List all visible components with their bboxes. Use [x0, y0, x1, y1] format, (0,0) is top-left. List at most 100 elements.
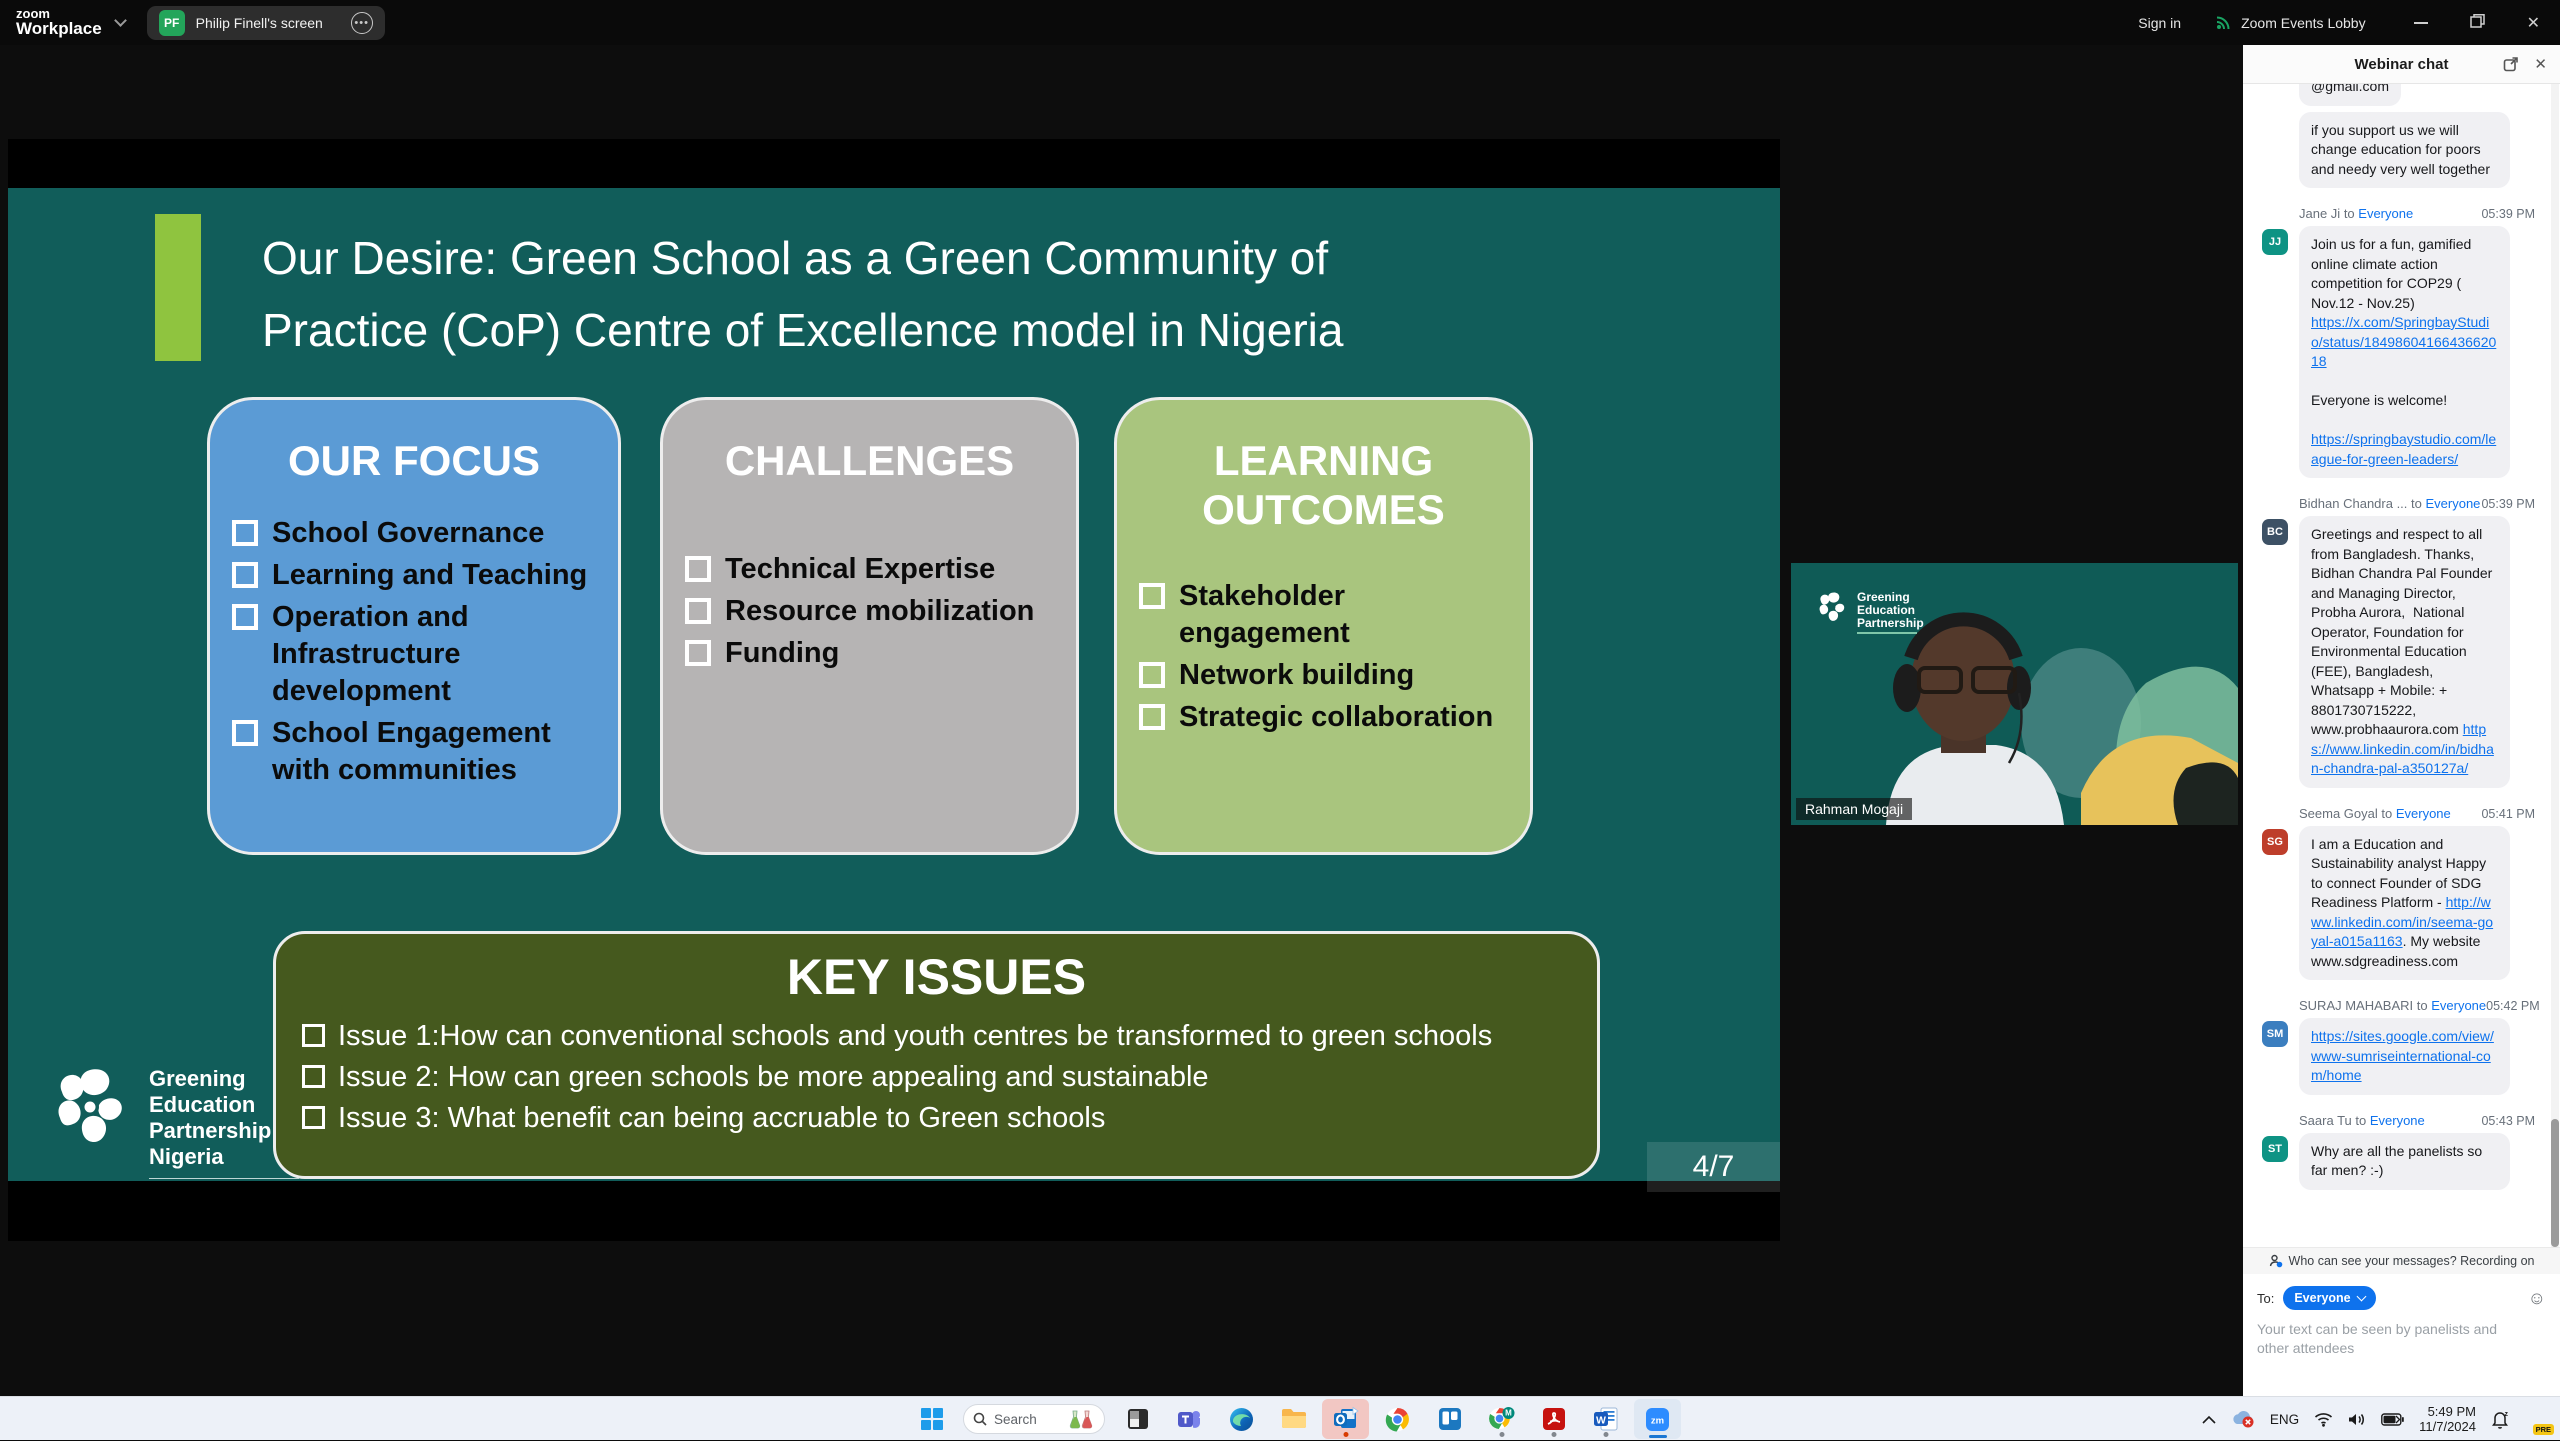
chat-message-time: 05:39 PM: [2481, 207, 2535, 221]
checklist-item: Strategic collaboration: [1139, 699, 1516, 736]
taskbar-app-file-explorer[interactable]: [1270, 1399, 1317, 1439]
chat-message-link[interactable]: https://www.linkedin.com/in/bidhan-chand…: [2311, 721, 2494, 776]
chat-message-row: JJJoin us for a fun, gamified online cli…: [2262, 226, 2535, 478]
pinwheel-logo-icon: [52, 1066, 134, 1152]
tab-more-options-icon[interactable]: •••: [351, 12, 373, 34]
challenges-box-title: CHALLENGES: [663, 436, 1076, 485]
chat-scrollbar-thumb[interactable]: [2551, 1119, 2559, 1247]
to-label: To:: [2257, 1291, 2274, 1306]
checkbox-icon: [232, 562, 258, 588]
svg-text:zm: zm: [1651, 1415, 1664, 1426]
pinwheel-logo-icon: [1817, 591, 1849, 625]
webinar-chat-panel: Webinar chat ✕ @gmail.comif you support …: [2243, 45, 2560, 1396]
zoom-events-lobby-button[interactable]: Zoom Events Lobby: [2215, 14, 2366, 31]
chat-message-time: 05:42 PM: [2486, 999, 2540, 1013]
chat-message-link[interactable]: https://springbaystudio.com/league-for-g…: [2311, 431, 2496, 467]
taskbar-app-teams[interactable]: [1166, 1399, 1213, 1439]
checklist-item-text: Strategic collaboration: [1179, 699, 1493, 736]
privacy-notice-text: Who can see your messages? Recording on: [2289, 1254, 2535, 1268]
recipient-chevron-down-icon: [2356, 1292, 2366, 1302]
taskbar-app-edge[interactable]: [1218, 1399, 1265, 1439]
chat-scrollbar-track[interactable]: [2551, 84, 2559, 1247]
checklist-item: Network building: [1139, 657, 1516, 694]
taskbar-app-zoom[interactable]: zm: [1634, 1399, 1681, 1439]
start-button[interactable]: [910, 1399, 954, 1439]
checklist-item: Learning and Teaching: [232, 557, 604, 594]
chat-recipient-link[interactable]: Everyone: [2370, 1113, 2425, 1128]
checklist-item: School Engagement with communities: [232, 715, 604, 789]
search-highlight-flasks-icon: [1069, 1409, 1095, 1429]
chat-message-link[interactable]: http://www.linkedin.com/in/seema-goyal-a…: [2311, 894, 2493, 949]
zoom-workplace-logo: zoom Workplace: [16, 7, 102, 38]
screen-share-tab[interactable]: PF Philip Finell's screen •••: [147, 6, 385, 40]
recipient-selector[interactable]: Everyone: [2283, 1286, 2375, 1310]
tab-initials-badge: PF: [159, 10, 185, 36]
checkbox-icon: [302, 1106, 325, 1129]
chat-recipient-link[interactable]: Everyone: [2396, 806, 2451, 821]
chat-to-text: to: [2407, 496, 2425, 511]
zoom-app-icon: zm: [1645, 1407, 1670, 1432]
chat-message-link[interactable]: https://sites.google.com/view/www-sumris…: [2311, 1028, 2494, 1083]
lobby-label: Zoom Events Lobby: [2241, 15, 2366, 31]
restore-button[interactable]: [2470, 13, 2485, 33]
chat-sender-name: SURAJ MAHABARI: [2299, 998, 2413, 1013]
language-indicator[interactable]: ENG: [2270, 1412, 2299, 1427]
video-overlay-logo: Greening Education Partnership: [1817, 591, 1924, 634]
emoji-picker-icon[interactable]: ☺: [2528, 1288, 2546, 1309]
recipient-value: Everyone: [2294, 1291, 2350, 1305]
search-placeholder: Search: [994, 1412, 1037, 1427]
challenges-box-items: Technical ExpertiseResource mobilization…: [663, 551, 1076, 672]
chat-message-list[interactable]: @gmail.comif you support us we will chan…: [2243, 84, 2560, 1247]
checklist-item-text: Operation and Infrastructure development: [272, 599, 604, 710]
tray-date: 11/7/2024: [2419, 1419, 2476, 1434]
taskbar-app-chrome-meet-profile[interactable]: M: [1478, 1399, 1525, 1439]
battery-icon[interactable]: [2381, 1413, 2404, 1426]
chat-recipient-link[interactable]: Everyone: [2431, 998, 2486, 1013]
taskbar-app-chrome[interactable]: [1374, 1399, 1421, 1439]
checkbox-icon: [232, 604, 258, 630]
copilot-button[interactable]: PRE: [2524, 1406, 2550, 1432]
onedrive-error-icon[interactable]: [2231, 1410, 2255, 1428]
taskbar-app-trello[interactable]: [1426, 1399, 1473, 1439]
chat-recipient-link[interactable]: Everyone: [2425, 496, 2480, 511]
chat-message-header: Jane Ji to Everyone05:39 PM: [2299, 206, 2535, 221]
challenges-box: CHALLENGES Technical ExpertiseResource m…: [660, 397, 1079, 855]
volume-icon[interactable]: [2348, 1412, 2366, 1427]
chat-recipient-link[interactable]: Everyone: [2358, 206, 2413, 221]
taskbar-app-word[interactable]: W: [1582, 1399, 1629, 1439]
wifi-icon[interactable]: [2314, 1412, 2333, 1427]
checklist-item-text: Stakeholder engagement: [1179, 578, 1516, 652]
taskbar-app-acrobat[interactable]: [1530, 1399, 1577, 1439]
checklist-item: Operation and Infrastructure development: [232, 599, 604, 710]
taskbar-clock[interactable]: 5:49 PM 11/7/2024: [2419, 1404, 2476, 1434]
chat-message-link[interactable]: https://x.com/SpringbayStudio/status/184…: [2311, 314, 2496, 369]
chat-message-bubble: I am a Education and Sustainability anal…: [2299, 826, 2510, 981]
svg-text:W: W: [1596, 1415, 1606, 1427]
sign-in-button[interactable]: Sign in: [2138, 15, 2181, 31]
chat-avatar: BC: [2262, 519, 2288, 545]
chat-message-bubble: https://sites.google.com/view/www-sumris…: [2299, 1018, 2510, 1095]
tray-chevron-up-icon[interactable]: [2202, 1415, 2216, 1424]
unknown-dark-app-icon: [1126, 1407, 1150, 1431]
minimize-button[interactable]: [2414, 22, 2428, 24]
outlook-icon: [1333, 1406, 1359, 1432]
participant-name-label: Rahman Mogaji: [1796, 798, 1912, 820]
checklist-item-text: School Engagement with communities: [272, 715, 604, 789]
chat-input-placeholder[interactable]: Your text can be seen by panelists and o…: [2257, 1320, 2507, 1358]
file-explorer-icon: [1281, 1407, 1307, 1431]
chat-privacy-notice[interactable]: Who can see your messages? Recording on: [2243, 1247, 2560, 1274]
taskbar-app-outlook[interactable]: [1322, 1399, 1369, 1439]
close-button[interactable]: ✕: [2527, 13, 2540, 33]
checklist-item: Stakeholder engagement: [1139, 578, 1516, 652]
workspace-chevron-down-icon[interactable]: [114, 14, 127, 27]
taskbar-app-unknown-dark[interactable]: [1114, 1399, 1161, 1439]
taskbar-search-box[interactable]: Search: [963, 1404, 1105, 1434]
pop-out-icon[interactable]: [2503, 56, 2519, 72]
svg-text:M: M: [1505, 1409, 1512, 1418]
notification-bell-icon[interactable]: z: [2491, 1410, 2509, 1429]
learning-outcomes-box: LEARNING OUTCOMES Stakeholder engagement…: [1114, 397, 1533, 855]
participant-video-tile[interactable]: Greening Education Partnership Rahman Mo…: [1791, 563, 2238, 825]
checklist-item: Issue 2: How can green schools be more a…: [302, 1059, 1597, 1096]
chat-close-icon[interactable]: ✕: [2534, 55, 2547, 73]
chat-composer[interactable]: To: Everyone ☺ Your text can be seen by …: [2243, 1274, 2560, 1396]
